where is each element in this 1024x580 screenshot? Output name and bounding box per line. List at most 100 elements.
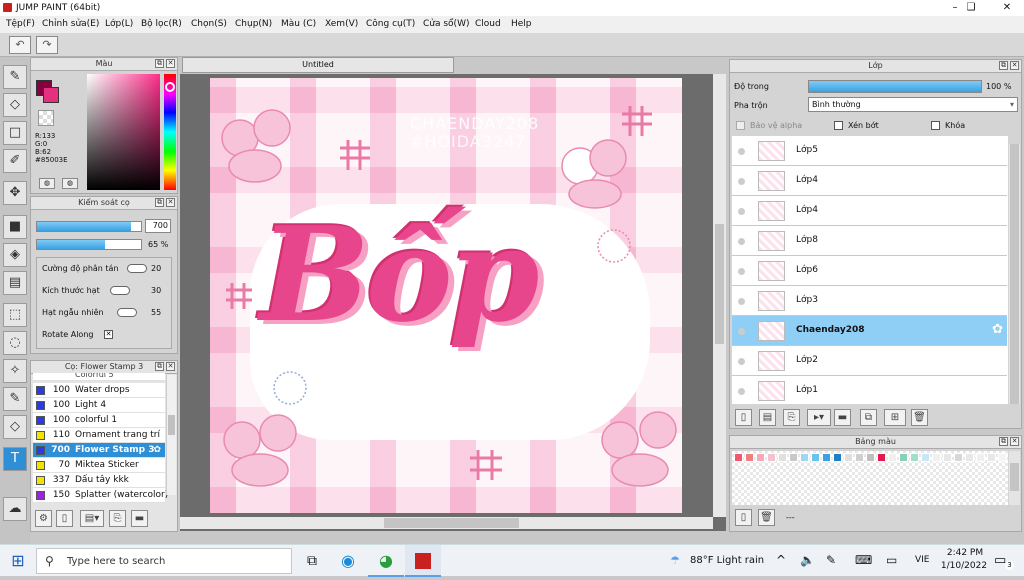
- fill-rect-tool-icon[interactable]: ■: [3, 215, 27, 239]
- color-swatch[interactable]: [899, 453, 908, 462]
- float-icon[interactable]: ⧉: [999, 61, 1008, 70]
- canvas-artwork[interactable]: CHAENDAY208 #HOIDA3247 Bốp: [210, 78, 682, 513]
- close-icon[interactable]: ✕: [1010, 437, 1019, 446]
- layer-list-scrollbar[interactable]: [1009, 144, 1020, 404]
- color-swatch[interactable]: [756, 453, 765, 462]
- close-button[interactable]: ✕: [990, 0, 1024, 16]
- brush-list-scrollbar[interactable]: [166, 375, 176, 495]
- duplicate-layer-icon[interactable]: ⧉: [860, 409, 877, 426]
- new-raster-icon[interactable]: ▤: [759, 409, 776, 426]
- brush-size-input[interactable]: 700: [145, 219, 171, 233]
- magic-wand-tool-icon[interactable]: ✧: [3, 359, 27, 383]
- cloud-tool-icon[interactable]: ☁: [3, 497, 27, 521]
- close-icon[interactable]: ✕: [1010, 61, 1019, 70]
- folder-icon[interactable]: ▬: [834, 409, 851, 426]
- color-swatch[interactable]: [767, 453, 776, 462]
- new-vector-icon[interactable]: ⎘: [783, 409, 800, 426]
- settings-gear-icon[interactable]: ✿: [992, 322, 1003, 337]
- brush-item[interactable]: 337 Dấu tây kkk: [33, 473, 165, 488]
- maximize-button[interactable]: ❑: [954, 0, 988, 16]
- menu-tools[interactable]: Công cụ(T): [366, 19, 415, 29]
- clock-time[interactable]: 2:42 PM: [945, 548, 985, 558]
- swatch-scrollbar[interactable]: [1009, 451, 1020, 505]
- brush-opacity-bar[interactable]: [36, 239, 142, 250]
- color-swatch[interactable]: [910, 453, 919, 462]
- color-sv-picker[interactable]: [87, 74, 160, 190]
- bucket-tool-icon[interactable]: ◈: [3, 243, 27, 267]
- task-view-icon[interactable]: ⧉: [294, 545, 330, 577]
- edge-icon[interactable]: ◉: [330, 545, 366, 577]
- lasso-tool-icon[interactable]: ◌: [3, 331, 27, 355]
- layer-row[interactable]: Lớp4: [732, 166, 1007, 196]
- brush-item-partial[interactable]: Colorful 5: [33, 373, 165, 381]
- layer-row[interactable]: Lớp8: [732, 226, 1007, 256]
- move-tool-icon[interactable]: ✥: [3, 181, 27, 205]
- param-slider[interactable]: [110, 286, 130, 295]
- color-swatch[interactable]: [800, 453, 809, 462]
- color-swatch[interactable]: [778, 453, 787, 462]
- visibility-icon[interactable]: [738, 358, 745, 365]
- param-slider[interactable]: [127, 264, 147, 273]
- color-swatch[interactable]: [844, 453, 853, 462]
- new-brush-icon[interactable]: ▯: [56, 510, 73, 527]
- float-icon[interactable]: ⧉: [155, 59, 164, 68]
- color-swatch[interactable]: [932, 453, 941, 462]
- jump-paint-taskbar-icon[interactable]: [405, 545, 441, 577]
- chevron-up-icon[interactable]: ^: [776, 553, 786, 567]
- language-indicator[interactable]: VIE: [915, 555, 930, 565]
- delete-swatch-icon[interactable]: 🗑: [758, 509, 775, 526]
- color-swatch[interactable]: [833, 453, 842, 462]
- protect-alpha-checkbox[interactable]: [736, 121, 745, 130]
- param-slider[interactable]: [117, 308, 137, 317]
- color-swatch[interactable]: [987, 453, 996, 462]
- color-swatch[interactable]: [954, 453, 963, 462]
- brush-item[interactable]: 150 Splatter (watercolor): [33, 488, 168, 503]
- color-swatch[interactable]: [943, 453, 952, 462]
- brush-item[interactable]: 110 Ornament trang trí: [33, 428, 165, 443]
- color-swatch[interactable]: [866, 453, 875, 462]
- brush-menu-icon[interactable]: ▤▾: [80, 510, 104, 527]
- canvas-area[interactable]: CHAENDAY208 #HOIDA3247 Bốp: [180, 74, 726, 531]
- delete-layer-icon[interactable]: 🗑: [911, 409, 928, 426]
- rect-select-tool-icon[interactable]: □: [3, 121, 27, 145]
- hue-handle[interactable]: [165, 82, 175, 92]
- folder-icon[interactable]: ▬: [131, 510, 148, 527]
- color-swatch[interactable]: [965, 453, 974, 462]
- layer-row[interactable]: Lớp3: [732, 286, 1007, 316]
- select-pen-tool-icon[interactable]: ✎: [3, 387, 27, 411]
- color-picker-button[interactable]: ◍: [62, 178, 78, 189]
- text-tool-icon[interactable]: T: [3, 447, 27, 471]
- visibility-icon[interactable]: [738, 238, 745, 245]
- color-swatch[interactable]: [877, 453, 886, 462]
- search-box[interactable]: ⚲ Type here to search: [36, 548, 292, 574]
- layer-opacity-bar[interactable]: [808, 80, 982, 93]
- copy-brush-icon[interactable]: ⎘: [109, 510, 126, 527]
- color-swatch[interactable]: [888, 453, 897, 462]
- color-mode-button[interactable]: ◍: [39, 178, 55, 189]
- color-swatch[interactable]: [789, 453, 798, 462]
- layer-row[interactable]: Lớp5: [732, 136, 1007, 166]
- redo-icon[interactable]: ↷: [36, 36, 58, 54]
- menu-filter[interactable]: Bộ lọc(R): [141, 19, 182, 29]
- brush-size-bar[interactable]: [36, 221, 142, 232]
- gradient-tool-icon[interactable]: ▤: [3, 271, 27, 295]
- transparent-swatch[interactable]: [38, 110, 54, 126]
- menu-view[interactable]: Xem(V): [325, 19, 358, 29]
- sub-color-swatch[interactable]: [43, 87, 59, 103]
- add-brush-icon[interactable]: ⚙: [35, 510, 52, 527]
- color-swatch[interactable]: [921, 453, 930, 462]
- new-layer-icon[interactable]: ▯: [735, 409, 752, 426]
- float-icon[interactable]: ⧉: [999, 437, 1008, 446]
- blend-mode-select[interactable]: Bình thường ▾: [808, 97, 1018, 112]
- selection-tool-icon[interactable]: ⬚: [3, 303, 27, 327]
- windows-start-icon[interactable]: ⊞: [0, 545, 36, 577]
- clock-date[interactable]: 1/10/2022: [938, 561, 990, 571]
- float-icon[interactable]: ⧉: [155, 362, 164, 371]
- close-icon[interactable]: ✕: [166, 362, 175, 371]
- layer-row[interactable]: Lớp6: [732, 256, 1007, 286]
- visibility-icon[interactable]: [738, 388, 745, 395]
- keyboard-icon[interactable]: ⌨: [855, 553, 872, 567]
- canvas-vscrollbar[interactable]: [713, 74, 726, 517]
- tab-untitled[interactable]: Untitled: [182, 57, 454, 73]
- color-swatch[interactable]: [745, 453, 754, 462]
